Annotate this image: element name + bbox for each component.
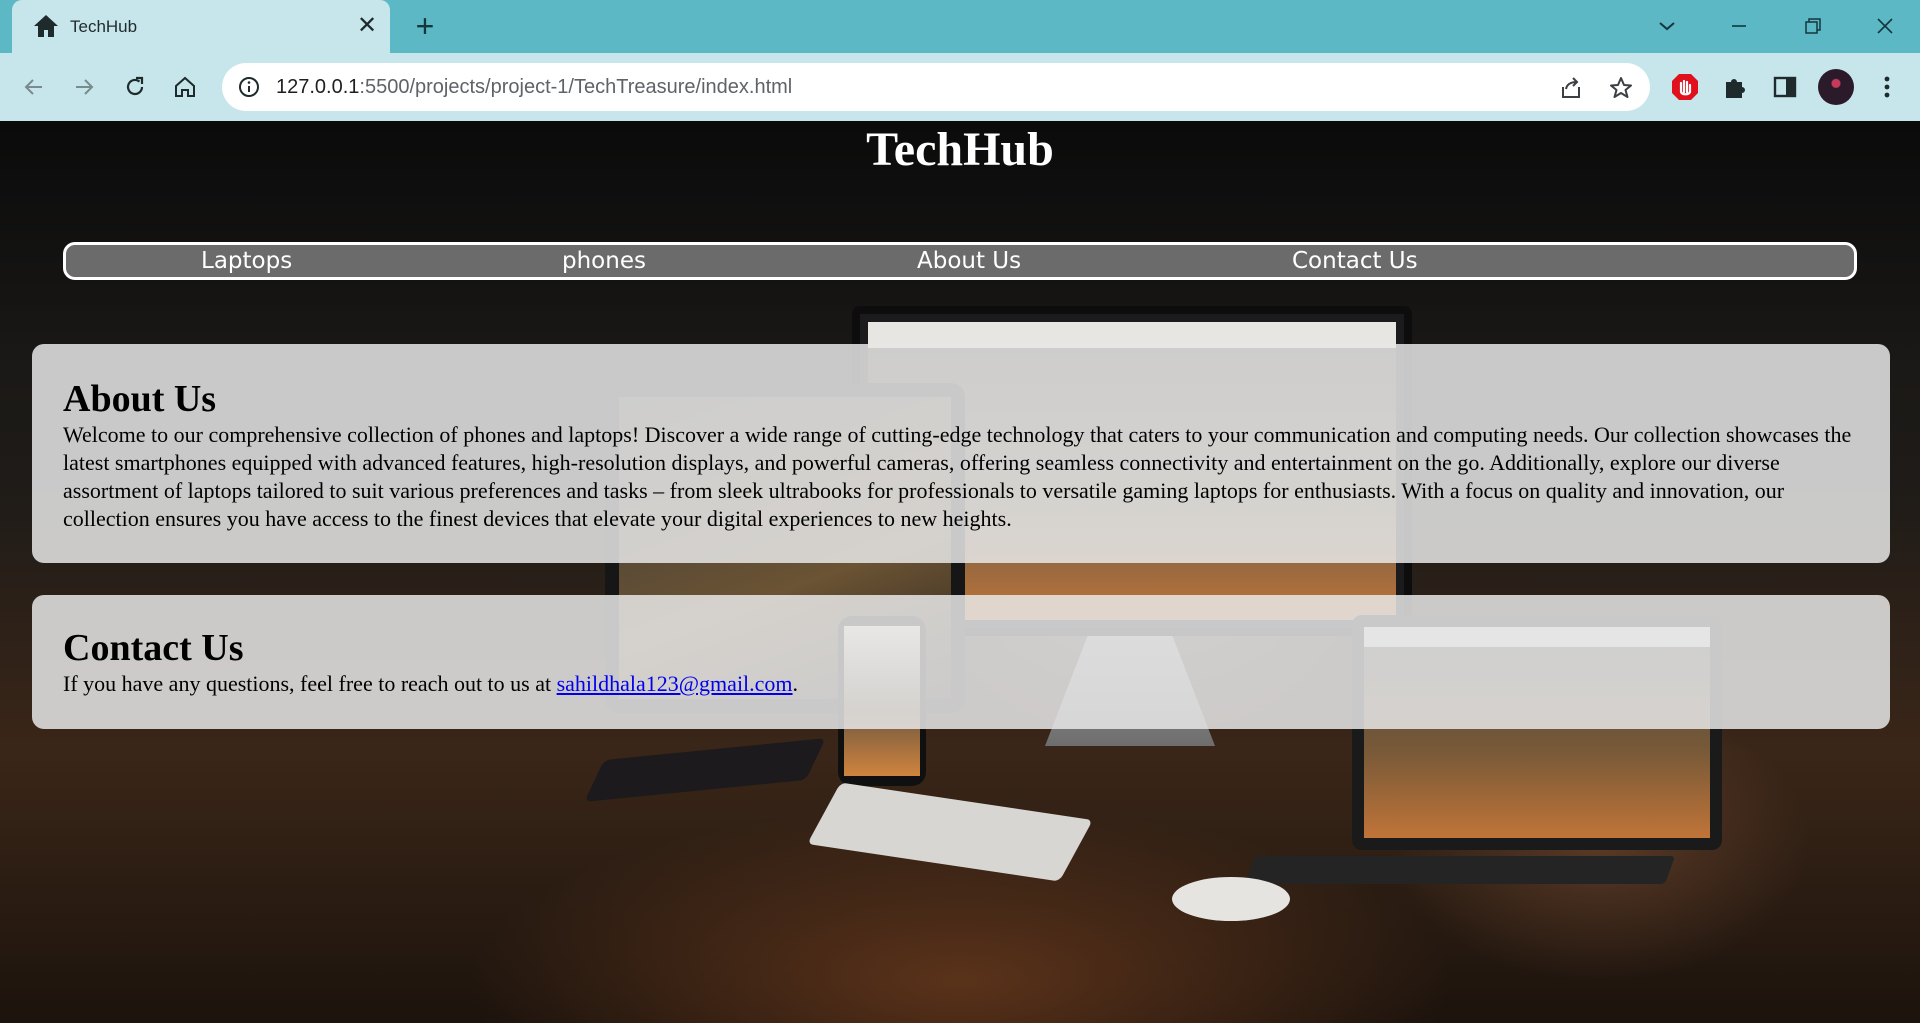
reload-icon[interactable] xyxy=(118,70,152,104)
forward-icon[interactable] xyxy=(67,70,101,104)
new-tab-button[interactable]: + xyxy=(408,10,442,44)
background-phone-flat xyxy=(584,738,826,802)
about-body: Welcome to our comprehensive collection … xyxy=(63,422,1852,531)
contact-text-after: . xyxy=(792,671,799,696)
home-button-icon[interactable] xyxy=(168,70,202,104)
contact-email-link[interactable]: sahildhala123@gmail.com xyxy=(557,671,793,696)
minimize-icon[interactable] xyxy=(1716,8,1762,44)
home-icon xyxy=(32,13,60,39)
contact-text-before: If you have any questions, feel free to … xyxy=(63,671,557,696)
nav-phones[interactable]: phones xyxy=(562,245,646,277)
close-tab-icon[interactable]: ✕ xyxy=(352,11,382,41)
adblock-icon[interactable] xyxy=(1668,70,1702,104)
nav-contact-us[interactable]: Contact Us xyxy=(1292,245,1418,277)
tab-techhub[interactable]: TechHub ✕ xyxy=(12,0,390,53)
main-nav: Laptops phones About Us Contact Us xyxy=(63,242,1857,280)
tab-title: TechHub xyxy=(70,17,138,36)
restore-icon[interactable] xyxy=(1790,8,1836,44)
about-heading: About Us xyxy=(63,378,217,420)
background-keyboard-image xyxy=(807,782,1093,882)
contact-heading: Contact Us xyxy=(63,627,244,669)
url-text[interactable]: 127.0.0.1:5500/projects/project-1/TechTr… xyxy=(276,76,792,99)
info-icon[interactable] xyxy=(238,76,260,98)
tab-bar: TechHub ✕ + xyxy=(0,0,1920,53)
address-bar[interactable]: 127.0.0.1:5500/projects/project-1/TechTr… xyxy=(222,63,1650,111)
url-host: 127.0.0.1 xyxy=(276,76,360,98)
menu-icon[interactable] xyxy=(1870,70,1904,104)
contact-section: Contact Us If you have any questions, fe… xyxy=(32,595,1890,729)
sidepanel-icon[interactable] xyxy=(1768,70,1802,104)
background-mouse-image xyxy=(1172,877,1290,921)
site-title: TechHub xyxy=(866,123,1054,176)
extensions-icon[interactable] xyxy=(1718,70,1752,104)
nav-about-us[interactable]: About Us xyxy=(917,245,1021,277)
browser-toolbar: 127.0.0.1:5500/projects/project-1/TechTr… xyxy=(0,53,1920,121)
back-icon[interactable] xyxy=(17,70,51,104)
nav-laptops[interactable]: Laptops xyxy=(201,245,292,277)
tab-search-icon[interactable] xyxy=(1644,8,1690,44)
about-section: About Us Welcome to our comprehensive co… xyxy=(32,344,1890,563)
url-path: :5500/projects/project-1/TechTreasure/in… xyxy=(359,76,793,98)
star-icon[interactable] xyxy=(1608,75,1634,101)
contact-text: If you have any questions, feel free to … xyxy=(63,670,1859,698)
background-laptop-base xyxy=(1244,856,1676,884)
close-window-icon[interactable] xyxy=(1862,8,1908,44)
share-icon[interactable] xyxy=(1558,75,1584,101)
avatar[interactable] xyxy=(1818,69,1854,105)
